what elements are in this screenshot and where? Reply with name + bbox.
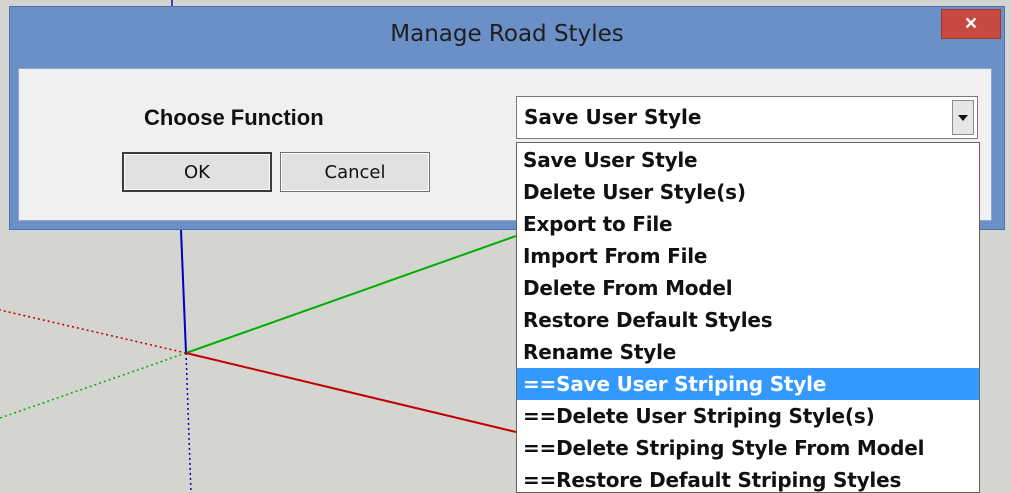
function-select[interactable]: Save User Style [516,96,978,139]
dropdown-option[interactable]: Export to File [517,208,979,240]
dialog-title-bar[interactable]: Manage Road Styles × [10,7,1004,69]
dialog-title: Manage Road Styles [390,21,624,47]
chevron-down-icon [958,114,968,121]
function-dropdown-list[interactable]: Save User Style Delete User Style(s) Exp… [516,142,980,493]
choose-function-label: Choose Function [144,105,324,130]
dropdown-option[interactable]: Delete User Style(s) [517,176,979,208]
close-button[interactable]: × [941,9,1001,39]
dropdown-option[interactable]: Save User Style [517,144,979,176]
dropdown-arrow-button[interactable] [952,100,974,135]
dropdown-option[interactable]: ==Delete Striping Style From Model [517,432,979,464]
dropdown-option[interactable]: ==Restore Default Striping Styles [517,464,979,492]
dropdown-option-highlighted[interactable]: ==Save User Striping Style [517,368,979,400]
dropdown-option[interactable]: Import From File [517,240,979,272]
cancel-button[interactable]: Cancel [280,152,430,192]
function-select-value: Save User Style [524,105,702,129]
close-icon: × [964,12,978,35]
dropdown-option[interactable]: Restore Default Styles [517,304,979,336]
ok-button[interactable]: OK [122,152,272,192]
dropdown-option[interactable]: Delete From Model [517,272,979,304]
dropdown-option[interactable]: ==Delete User Striping Style(s) [517,400,979,432]
dropdown-option[interactable]: Rename Style [517,336,979,368]
